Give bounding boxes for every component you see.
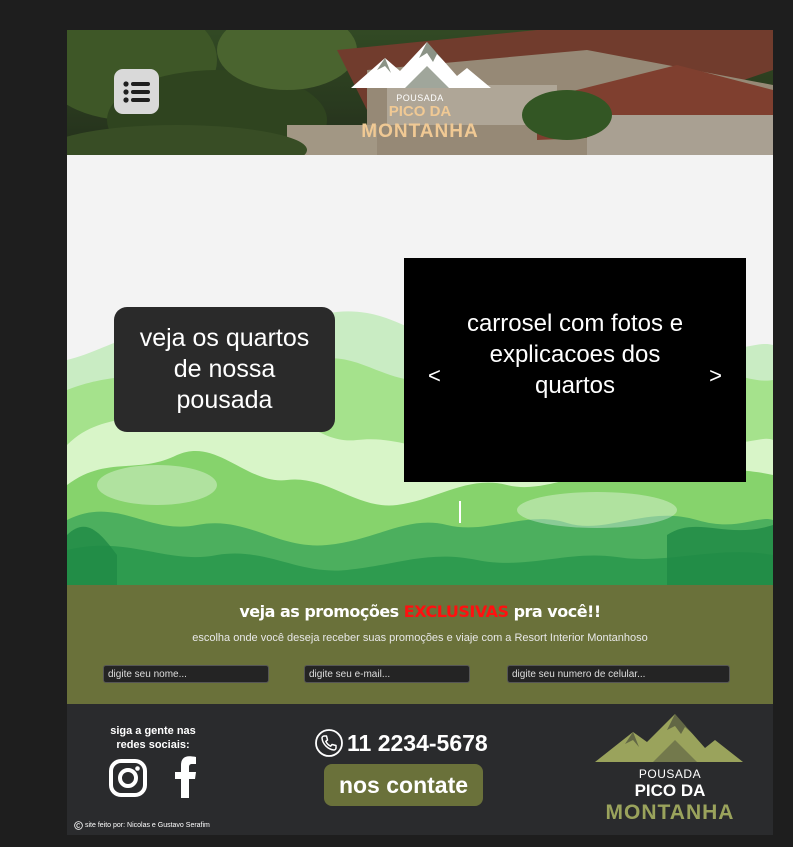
phone-icon: [315, 729, 343, 757]
phone-number[interactable]: 11 2234-5678: [314, 728, 488, 758]
promo-section: veja as promoções EXCLUSIVAS pra você!! …: [67, 585, 773, 704]
credit-text: site feito por: Nicolas e Gustavo Serafi…: [85, 822, 210, 829]
carousel-next-button[interactable]: >: [709, 363, 722, 389]
footer-logo-line2: PICO DA: [634, 781, 706, 800]
footer-logo-line1: POUSADA: [638, 767, 702, 781]
mountain-logo-icon: [351, 42, 491, 88]
site-frame: POUSADA PICO DA MONTANHA veja os quartos…: [67, 30, 773, 835]
promo-title-highlight: EXCLUSIVAS: [403, 602, 509, 621]
list-menu-icon: [122, 80, 150, 103]
name-input[interactable]: [103, 665, 269, 683]
site-footer: siga a gente nas redes sociais: 11 2234-…: [67, 704, 773, 835]
header-logo[interactable]: POUSADA PICO DA MONTANHA: [345, 36, 495, 152]
scroll-indicator: [459, 501, 461, 523]
carousel-caption: carrosel com fotos e explicacoes dos qua…: [466, 310, 684, 399]
phone-text: 11 2234-5678: [347, 729, 488, 756]
promo-title-after: pra você!!: [508, 602, 602, 621]
copyright-icon: [74, 821, 83, 830]
site-credit: site feito por: Nicolas e Gustavo Serafi…: [74, 821, 210, 830]
site-header: POUSADA PICO DA MONTANHA: [67, 30, 773, 155]
logo-line2: PICO DA: [388, 103, 452, 120]
email-input[interactable]: [304, 665, 470, 683]
footer-logo-line3: MONTANHA: [605, 801, 735, 824]
promo-title: veja as promoções EXCLUSIVAS pra você!!: [67, 602, 773, 621]
footer-logo[interactable]: POUSADA PICO DA MONTANHA: [595, 712, 745, 828]
menu-button[interactable]: [114, 69, 159, 114]
mountain-logo-icon: [595, 714, 743, 762]
phone-input[interactable]: [507, 665, 730, 683]
rooms-carousel[interactable]: < carrosel com fotos e explicacoes dos q…: [404, 258, 746, 482]
carousel-prev-button[interactable]: <: [428, 363, 441, 389]
promo-subtitle: escolha onde você deseja receber suas pr…: [192, 632, 648, 644]
promo-title-before: veja as promoções: [239, 602, 404, 621]
contact-button[interactable]: nos contate: [324, 764, 483, 806]
instagram-icon[interactable]: [109, 759, 147, 797]
facebook-icon[interactable]: [175, 756, 197, 798]
social-title: siga a gente nas redes sociais:: [110, 725, 196, 751]
logo-line3: MONTANHA: [361, 121, 479, 142]
logo-line1: POUSADA: [396, 93, 444, 103]
hero-section: veja os quartos de nossa pousada < carro…: [67, 155, 773, 585]
rooms-link-box[interactable]: veja os quartos de nossa pousada: [114, 307, 335, 432]
